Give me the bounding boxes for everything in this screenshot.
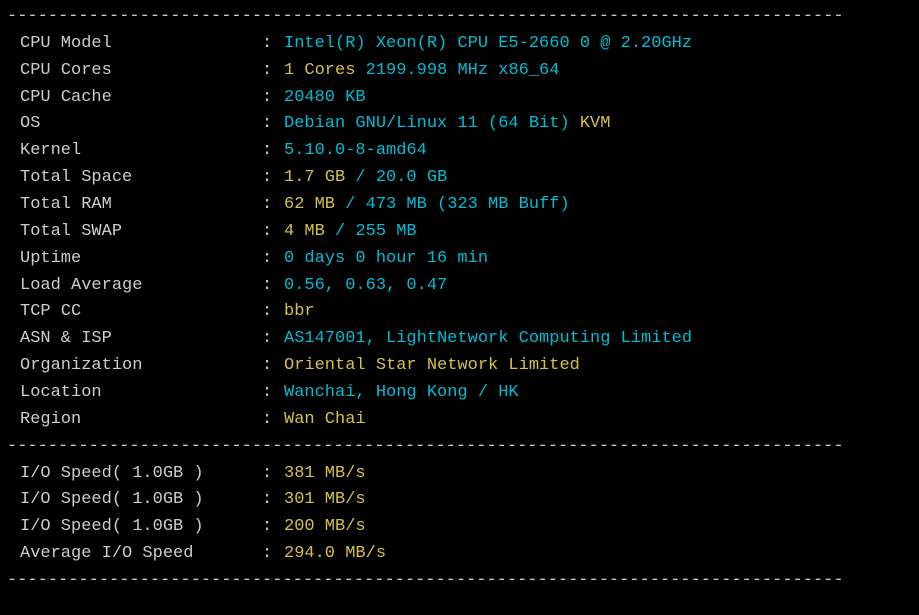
row-uptime: Uptime : 0 days 0 hour 16 min	[0, 246, 919, 273]
cores-count: 1 Cores	[284, 61, 355, 80]
divider-top: ----------------------------------------…	[0, 4, 919, 31]
os-name: Debian GNU/Linux 11 (64 Bit)	[284, 114, 570, 133]
colon: :	[262, 541, 284, 568]
value-tcp-cc: bbr	[284, 299, 919, 326]
value-asn-isp: AS147001, LightNetwork Computing Limited	[284, 326, 919, 353]
value-total-space: 1.7 GB / 20.0 GB	[284, 165, 919, 192]
colon: :	[262, 192, 284, 219]
value-os: Debian GNU/Linux 11 (64 Bit) KVM	[284, 111, 919, 138]
space-total: 20.0 GB	[376, 168, 447, 187]
row-cpu-cache: CPU Cache : 20480 KB	[0, 85, 919, 112]
colon: :	[262, 461, 284, 488]
label-kernel: Kernel	[20, 138, 262, 165]
label-total-space: Total Space	[20, 165, 262, 192]
colon: :	[262, 380, 284, 407]
colon: :	[262, 31, 284, 58]
swap-used: 4 MB	[284, 222, 325, 241]
row-asn-isp: ASN & ISP : AS147001, LightNetwork Compu…	[0, 326, 919, 353]
value-uptime: 0 days 0 hour 16 min	[284, 246, 919, 273]
colon: :	[262, 353, 284, 380]
row-region: Region : Wan Chai	[0, 407, 919, 434]
label-region: Region	[20, 407, 262, 434]
colon: :	[262, 487, 284, 514]
colon: :	[262, 407, 284, 434]
value-io-avg: 294.0 MB/s	[284, 541, 919, 568]
ram-total: 473 MB	[366, 195, 427, 214]
row-total-space: Total Space : 1.7 GB / 20.0 GB	[0, 165, 919, 192]
row-kernel: Kernel : 5.10.0-8-amd64	[0, 138, 919, 165]
label-os: OS	[20, 111, 262, 138]
divider-bottom: ----------------------------------------…	[0, 568, 919, 595]
value-kernel: 5.10.0-8-amd64	[284, 138, 919, 165]
value-io-speed-3: 200 MB/s	[284, 514, 919, 541]
cores-freq: 2199.998 MHz x86_64	[355, 61, 559, 80]
label-organization: Organization	[20, 353, 262, 380]
value-region: Wan Chai	[284, 407, 919, 434]
row-cpu-cores: CPU Cores : 1 Cores 2199.998 MHz x86_64	[0, 58, 919, 85]
colon: :	[262, 58, 284, 85]
label-total-swap: Total SWAP	[20, 219, 262, 246]
value-total-ram: 62 MB / 473 MB (323 MB Buff)	[284, 192, 919, 219]
space-used: 1.7 GB	[284, 168, 345, 187]
value-load-average: 0.56, 0.63, 0.47	[284, 273, 919, 300]
terminal-output: ----------------------------------------…	[0, 0, 919, 595]
label-tcp-cc: TCP CC	[20, 299, 262, 326]
space-sep: /	[345, 168, 376, 187]
ram-sep: /	[335, 195, 366, 214]
colon: :	[262, 219, 284, 246]
label-io-speed-1: I/O Speed( 1.0GB )	[20, 461, 262, 488]
label-io-avg: Average I/O Speed	[20, 541, 262, 568]
value-location: Wanchai, Hong Kong / HK	[284, 380, 919, 407]
os-virt: KVM	[570, 114, 611, 133]
swap-sep: /	[325, 222, 356, 241]
ram-used: 62 MB	[284, 195, 335, 214]
label-total-ram: Total RAM	[20, 192, 262, 219]
label-cpu-model: CPU Model	[20, 31, 262, 58]
colon: :	[262, 165, 284, 192]
row-total-ram: Total RAM : 62 MB / 473 MB (323 MB Buff)	[0, 192, 919, 219]
colon: :	[262, 138, 284, 165]
row-total-swap: Total SWAP : 4 MB / 255 MB	[0, 219, 919, 246]
colon: :	[262, 273, 284, 300]
value-io-speed-2: 301 MB/s	[284, 487, 919, 514]
value-cpu-cores: 1 Cores 2199.998 MHz x86_64	[284, 58, 919, 85]
row-io-speed-2: I/O Speed( 1.0GB ) : 301 MB/s	[0, 487, 919, 514]
colon: :	[262, 299, 284, 326]
colon: :	[262, 326, 284, 353]
colon: :	[262, 111, 284, 138]
label-load-average: Load Average	[20, 273, 262, 300]
label-location: Location	[20, 380, 262, 407]
ram-buff: (323 MB Buff)	[427, 195, 570, 214]
colon: :	[262, 85, 284, 112]
colon: :	[262, 514, 284, 541]
row-location: Location : Wanchai, Hong Kong / HK	[0, 380, 919, 407]
label-uptime: Uptime	[20, 246, 262, 273]
label-asn-isp: ASN & ISP	[20, 326, 262, 353]
row-io-speed-1: I/O Speed( 1.0GB ) : 381 MB/s	[0, 461, 919, 488]
colon: :	[262, 246, 284, 273]
label-io-speed-3: I/O Speed( 1.0GB )	[20, 514, 262, 541]
swap-total: 255 MB	[355, 222, 416, 241]
row-io-speed-3: I/O Speed( 1.0GB ) : 200 MB/s	[0, 514, 919, 541]
label-io-speed-2: I/O Speed( 1.0GB )	[20, 487, 262, 514]
row-cpu-model: CPU Model : Intel(R) Xeon(R) CPU E5-2660…	[0, 31, 919, 58]
divider-middle: ----------------------------------------…	[0, 434, 919, 461]
value-cpu-model: Intel(R) Xeon(R) CPU E5-2660 0 @ 2.20GHz	[284, 31, 919, 58]
row-os: OS : Debian GNU/Linux 11 (64 Bit) KVM	[0, 111, 919, 138]
label-cpu-cache: CPU Cache	[20, 85, 262, 112]
row-io-avg: Average I/O Speed : 294.0 MB/s	[0, 541, 919, 568]
value-cpu-cache: 20480 KB	[284, 85, 919, 112]
row-tcp-cc: TCP CC : bbr	[0, 299, 919, 326]
row-load-average: Load Average : 0.56, 0.63, 0.47	[0, 273, 919, 300]
value-io-speed-1: 381 MB/s	[284, 461, 919, 488]
label-cpu-cores: CPU Cores	[20, 58, 262, 85]
row-organization: Organization : Oriental Star Network Lim…	[0, 353, 919, 380]
value-total-swap: 4 MB / 255 MB	[284, 219, 919, 246]
value-organization: Oriental Star Network Limited	[284, 353, 919, 380]
